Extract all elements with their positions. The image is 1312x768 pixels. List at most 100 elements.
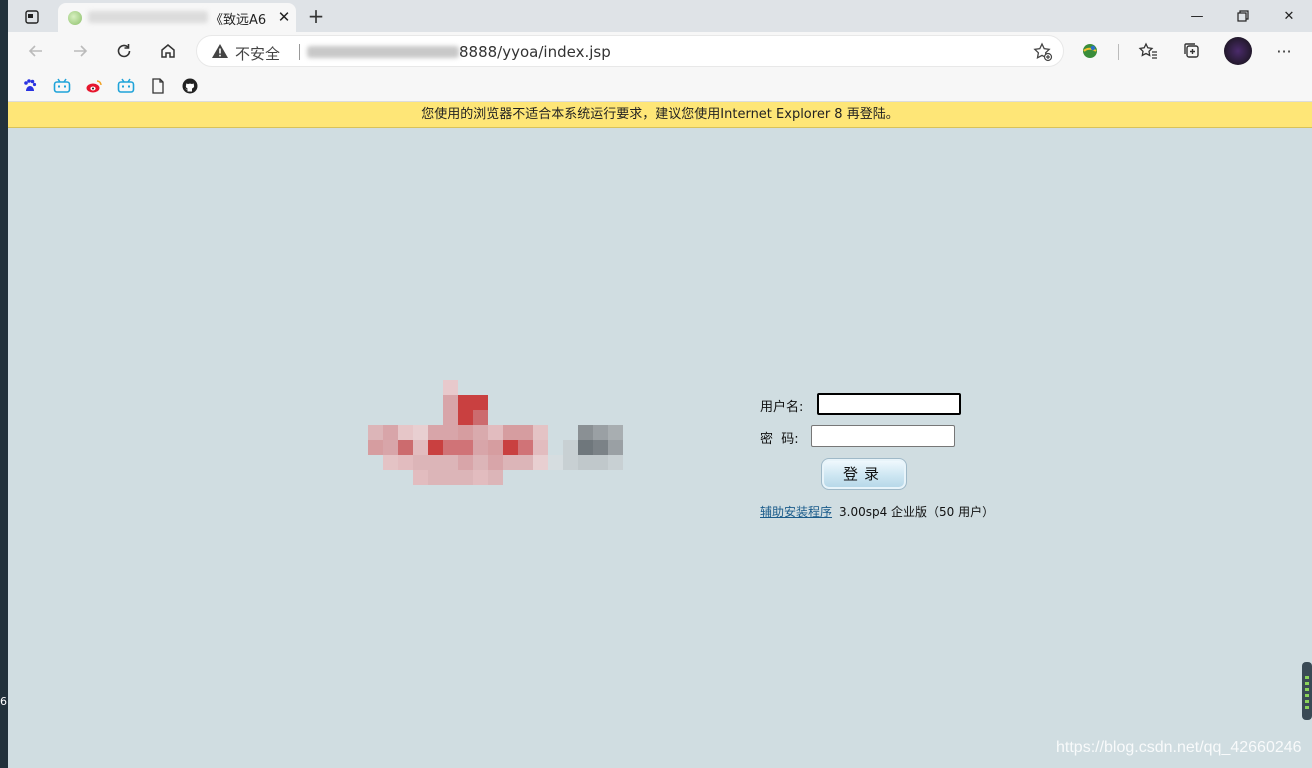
- logo-pixel: [608, 425, 623, 440]
- restore-icon[interactable]: [1220, 0, 1266, 32]
- logo-pixel: [488, 425, 503, 440]
- logo-pixel: [458, 455, 473, 470]
- logo-pixel: [503, 425, 518, 440]
- baidu-icon[interactable]: [20, 76, 40, 96]
- logo-pixel: [443, 395, 458, 410]
- back-icon[interactable]: [21, 36, 51, 66]
- logo-pixel: [413, 425, 428, 440]
- logo-pixel: [608, 455, 623, 470]
- logo-pixel: [413, 470, 428, 485]
- logo-pixel: [383, 440, 398, 455]
- bookmarks-bar: [8, 70, 1312, 102]
- company-logo: [360, 380, 650, 485]
- github-icon[interactable]: [180, 76, 200, 96]
- username-input[interactable]: [817, 393, 961, 415]
- logo-pixel: [443, 470, 458, 485]
- weibo-icon[interactable]: [84, 76, 104, 96]
- logo-pixel: [533, 455, 548, 470]
- tab-close-icon[interactable]: ✕: [274, 7, 294, 27]
- logo-pixel: [398, 455, 413, 470]
- logo-pixel: [563, 440, 578, 455]
- logo-pixel: [473, 470, 488, 485]
- logo-pixel: [488, 455, 503, 470]
- refresh-icon[interactable]: [109, 36, 139, 66]
- logo-pixel: [383, 455, 398, 470]
- logo-pixel: [473, 440, 488, 455]
- logo-pixel: [428, 425, 443, 440]
- minimize-icon[interactable]: —: [1174, 0, 1220, 32]
- logo-pixel: [578, 455, 593, 470]
- tab-strip: 《致远A6 ✕ + — ✕: [8, 0, 1312, 32]
- logo-pixel: [533, 440, 548, 455]
- logo-pixel: [488, 440, 503, 455]
- url-text[interactable]: 8888/yyoa/index.jsp: [307, 43, 611, 61]
- tab-favicon-icon: [68, 11, 82, 25]
- logo-pixel: [443, 410, 458, 425]
- logo-pixel: [458, 395, 473, 410]
- logo-pixel: [578, 425, 593, 440]
- warning-icon[interactable]: [211, 43, 229, 59]
- desktop-left-strip: 6: [0, 0, 8, 768]
- bilibili-icon[interactable]: [116, 76, 136, 96]
- logo-pixel: [518, 425, 533, 440]
- favorites-icon[interactable]: [1134, 37, 1162, 65]
- logo-pixel: [413, 455, 428, 470]
- logo-pixel: [413, 440, 428, 455]
- logo-pixel: [428, 440, 443, 455]
- logo-pixel: [398, 440, 413, 455]
- document-icon[interactable]: [148, 76, 168, 96]
- bilibili-icon[interactable]: [52, 76, 72, 96]
- logo-pixel: [563, 455, 578, 470]
- browser-tab[interactable]: 《致远A6 ✕: [58, 3, 296, 32]
- side-scroll-handle[interactable]: [1302, 662, 1312, 720]
- address-separator: [299, 44, 300, 60]
- profile-avatar[interactable]: [1224, 37, 1252, 65]
- browser-window: 《致远A6 ✕ + — ✕ 不安全 8888/yyoa/index.jsp ··…: [8, 0, 1312, 768]
- login-form: 用户名: 密 码: 登录 辅助安装程序 3.00sp4 企业版（50 用户）: [760, 392, 1020, 532]
- browser-compat-notice: 您使用的浏览器不适合本系统运行要求，建议您使用Internet Explorer…: [8, 102, 1312, 128]
- forward-icon[interactable]: [65, 36, 95, 66]
- more-menu-icon[interactable]: ···: [1270, 37, 1298, 65]
- address-bar[interactable]: 不安全 8888/yyoa/index.jsp: [196, 35, 1064, 67]
- password-label: 密 码:: [760, 432, 799, 447]
- logo-pixel: [428, 470, 443, 485]
- browser-toolbar: 不安全 8888/yyoa/index.jsp ···: [8, 32, 1312, 70]
- version-info: 3.00sp4 企业版（50 用户）: [839, 505, 995, 519]
- extension-globe-icon[interactable]: [1076, 37, 1104, 65]
- logo-pixel: [503, 440, 518, 455]
- logo-pixel: [443, 425, 458, 440]
- logo-pixel: [473, 395, 488, 410]
- security-label[interactable]: 不安全: [235, 43, 280, 64]
- home-icon[interactable]: [153, 36, 183, 66]
- password-input[interactable]: [811, 425, 955, 447]
- logo-pixel: [443, 380, 458, 395]
- csdn-watermark: https://blog.csdn.net/qq_42660246: [1056, 739, 1302, 756]
- logo-pixel: [578, 440, 593, 455]
- logo-pixel: [518, 455, 533, 470]
- collections-icon[interactable]: [1178, 37, 1206, 65]
- new-tab-icon[interactable]: +: [304, 4, 328, 28]
- logo-pixel: [548, 455, 563, 470]
- toolbar-separator: [1118, 44, 1119, 60]
- logo-pixel: [383, 425, 398, 440]
- add-favorite-icon[interactable]: [1033, 42, 1053, 62]
- close-window-icon[interactable]: ✕: [1266, 0, 1312, 32]
- tab-actions-icon[interactable]: [18, 6, 46, 28]
- logo-pixel: [368, 440, 383, 455]
- logo-pixel: [443, 455, 458, 470]
- logo-pixel: [458, 470, 473, 485]
- logo-pixel: [593, 440, 608, 455]
- strip-digit: 6: [0, 695, 7, 708]
- logo-pixel: [458, 425, 473, 440]
- logo-pixel: [398, 425, 413, 440]
- logo-pixel: [593, 425, 608, 440]
- logo-pixel: [488, 470, 503, 485]
- logo-pixel: [368, 425, 383, 440]
- logo-pixel: [473, 455, 488, 470]
- username-label: 用户名:: [760, 400, 804, 415]
- logo-pixel: [533, 425, 548, 440]
- login-button[interactable]: 登录: [821, 458, 907, 490]
- logo-pixel: [458, 410, 473, 425]
- install-helper-link[interactable]: 辅助安装程序: [760, 503, 832, 520]
- logo-pixel: [593, 455, 608, 470]
